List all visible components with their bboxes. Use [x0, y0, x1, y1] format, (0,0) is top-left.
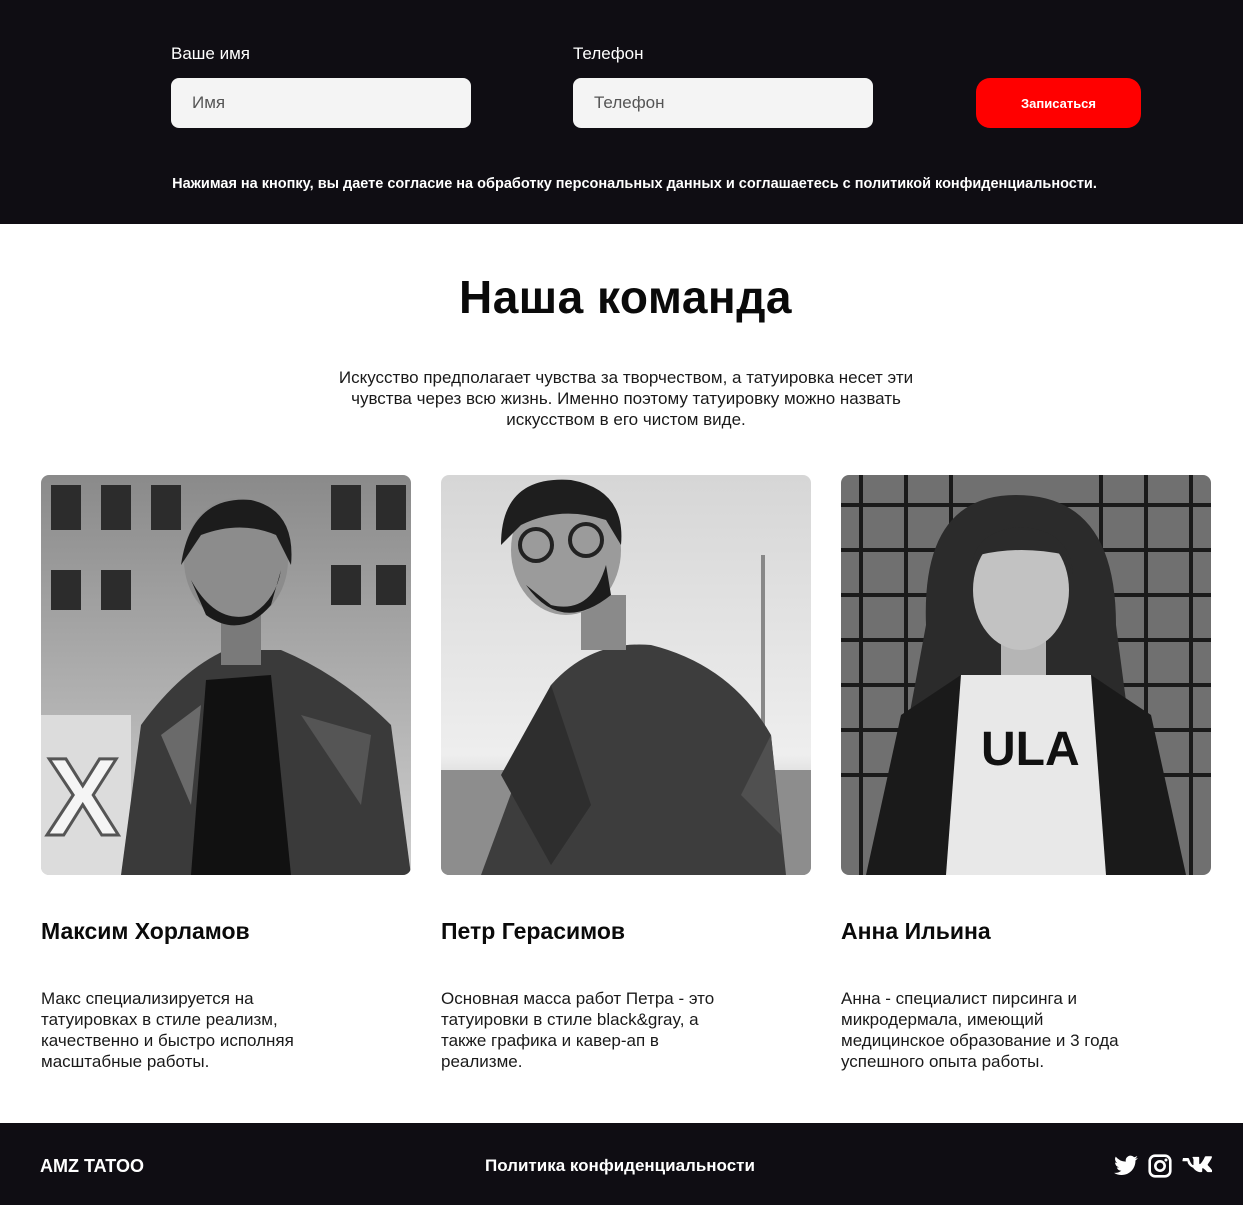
team-section-lead: Искусство предполагает чувства за творче…: [338, 368, 914, 429]
team-member-name: Максим Хорламов: [41, 918, 250, 944]
signup-form-band: Ваше имя Телефон Записаться Нажимая на к…: [0, 0, 1243, 224]
team-member-name: Анна Ильина: [841, 918, 991, 944]
team-member-photo: X: [41, 475, 411, 875]
brand-logo[interactable]: AMZ TATOO: [40, 1156, 144, 1177]
team-member-photo: ULA: [841, 475, 1211, 875]
svg-text:ULA: ULA: [981, 723, 1080, 776]
team-member-description: Анна - специалист пирсинга и микродермал…: [841, 989, 1119, 1071]
team-member-description: Макс специализируется на татуировках в с…: [41, 989, 294, 1071]
team-member-description: Основная масса работ Петра - это татуиро…: [441, 989, 715, 1071]
name-input[interactable]: [171, 78, 471, 128]
name-field-label: Ваше имя: [171, 44, 250, 63]
vk-icon[interactable]: [1182, 1153, 1213, 1179]
site-footer: AMZ TATOO Политика конфиденциальности: [0, 1123, 1243, 1205]
signup-submit-button[interactable]: Записаться: [976, 78, 1141, 128]
instagram-icon[interactable]: [1147, 1153, 1173, 1179]
team-member-name: Петр Герасимов: [441, 918, 626, 944]
phone-input[interactable]: [573, 78, 873, 128]
team-card: ULA Анна Ильина Анна - специалист пирсин…: [841, 475, 1211, 1071]
team-member-photo: [441, 475, 811, 875]
team-section-title: Наша команда: [459, 271, 792, 323]
svg-text:X: X: [46, 736, 119, 859]
twitter-icon[interactable]: [1113, 1153, 1139, 1179]
team-card: X Максим Хорламов Макс специализируется …: [41, 475, 411, 1071]
consent-text: Нажимая на кнопку, вы даете согласие на …: [172, 176, 1097, 192]
phone-field-label: Телефон: [573, 44, 644, 63]
privacy-policy-link[interactable]: Политика конфиденциальности: [485, 1156, 755, 1176]
team-card: Петр Герасимов Основная масса работ Петр…: [441, 475, 811, 1071]
